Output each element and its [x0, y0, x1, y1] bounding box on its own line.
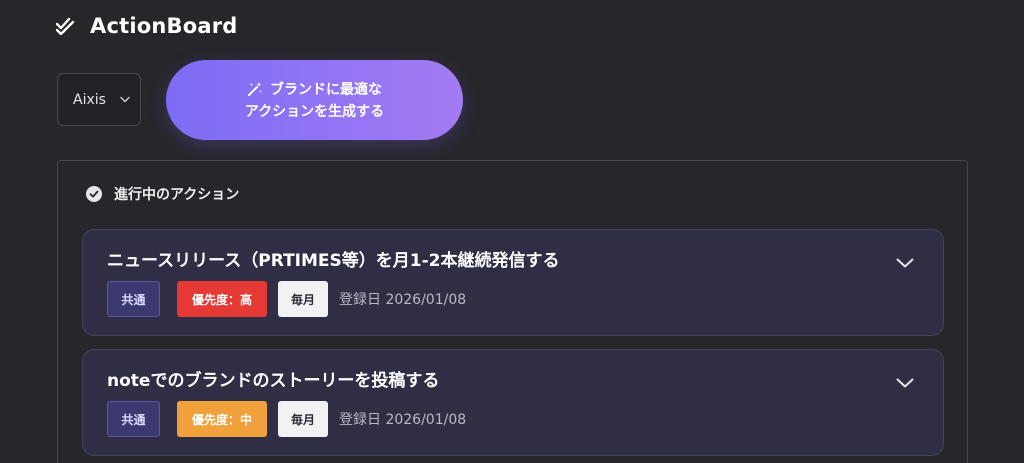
action-title: ニュースリリース（PRTIMES等）を月1-2本継続発信する: [107, 251, 560, 271]
frequency-badge: 毎月: [278, 401, 328, 437]
generate-button-line2: アクションを生成する: [244, 103, 385, 119]
double-check-icon: [56, 16, 76, 36]
scope-badge: 共通: [107, 401, 160, 437]
in-progress-panel: 進行中のアクション ニュースリリース（PRTIMES等）を月1-2本継続発信する…: [57, 160, 968, 463]
action-tags: 共通 優先度：高 毎月 登録日 2026/01/08: [107, 281, 466, 317]
frequency-badge: 毎月: [278, 281, 328, 317]
action-card[interactable]: noteでのブランドのストーリーを投稿する 共通 優先度：中 毎月 登録日 20…: [82, 349, 944, 456]
chevron-down-icon: [120, 95, 130, 105]
chevron-down-icon[interactable]: [895, 256, 915, 270]
app-title: ActionBoard: [90, 14, 238, 38]
brand-select[interactable]: Aixis: [57, 73, 141, 126]
generate-actions-button[interactable]: ブランドに最適な アクションを生成する: [166, 60, 463, 140]
check-circle-icon: [86, 186, 102, 202]
registered-date: 登録日 2026/01/08: [339, 292, 467, 308]
section-header: 進行中のアクション: [86, 184, 239, 204]
section-title: 進行中のアクション: [114, 187, 240, 203]
brand-select-value: Aixis: [73, 91, 106, 108]
action-card[interactable]: ニュースリリース（PRTIMES等）を月1-2本継続発信する 共通 優先度：高 …: [82, 229, 944, 336]
scope-badge: 共通: [107, 281, 160, 317]
app-root: ActionBoard Aixis ブランドに最適な アクションを生成する 進行…: [0, 0, 1024, 463]
registered-date: 登録日 2026/01/08: [339, 412, 467, 428]
priority-badge: 優先度：高: [177, 281, 267, 317]
generate-button-line1: ブランドに最適な: [270, 80, 382, 97]
app-header: ActionBoard: [56, 12, 238, 40]
magic-wand-icon: [247, 81, 263, 97]
chevron-down-icon[interactable]: [895, 376, 915, 390]
action-title: noteでのブランドのストーリーを投稿する: [107, 371, 440, 391]
action-tags: 共通 優先度：中 毎月 登録日 2026/01/08: [107, 401, 466, 437]
priority-badge: 優先度：中: [177, 401, 267, 437]
